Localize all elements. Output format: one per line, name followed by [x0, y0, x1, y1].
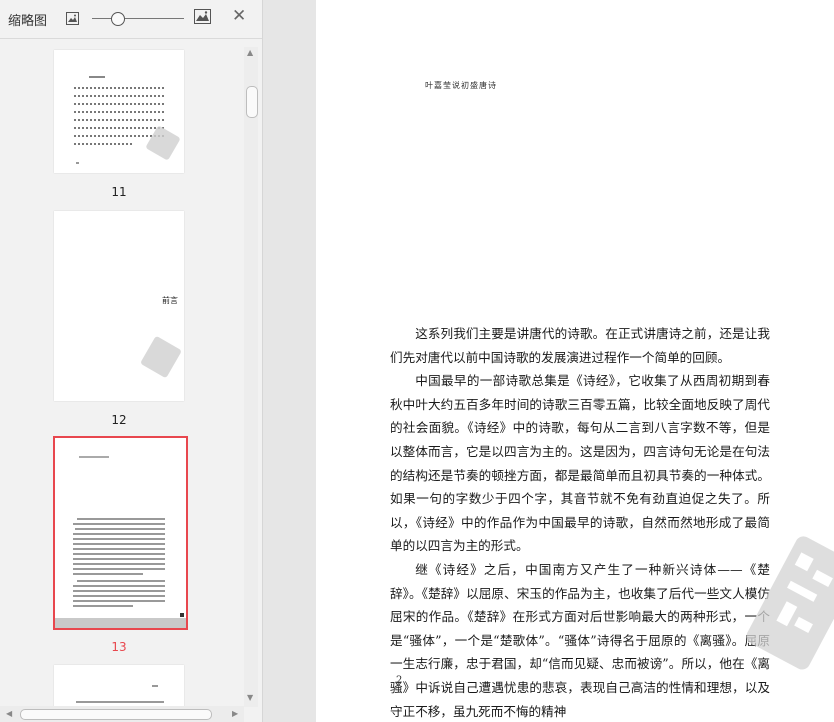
thumbnail-toolbar: 缩略图 ✕: [0, 0, 262, 39]
running-header: 叶嘉莹说初盛唐诗: [425, 81, 497, 90]
panel-title: 缩略图: [8, 14, 48, 29]
watermark-icon: [736, 520, 834, 690]
document-page: 叶嘉莹说初盛唐诗 这系列我们主要是讲唐代的诗歌。在正式讲唐诗之前，还是让我们先对…: [316, 0, 834, 722]
page-number: 2: [396, 675, 403, 686]
thumbnail-page-12[interactable]: 前言: [54, 211, 184, 401]
body-text: 这系列我们主要是讲唐代的诗歌。在正式讲唐诗之前，还是让我们先对唐代以前中国诗歌的…: [390, 322, 770, 722]
scroll-up-arrow-icon[interactable]: ▲: [247, 48, 253, 57]
vertical-scrollbar-thumb[interactable]: [246, 86, 258, 118]
zoom-in-image-icon[interactable]: [194, 9, 211, 24]
paragraph: 中国最早的一部诗歌总集是《诗经》，它收集了从西周初期到春秋中叶大约五百多年时间的…: [390, 373, 770, 554]
watermark-icon: [140, 335, 182, 379]
vertical-scrollbar[interactable]: [244, 47, 258, 707]
thumbnail-page-13[interactable]: [53, 436, 188, 630]
zoom-slider-track[interactable]: [92, 18, 184, 19]
zoom-out-image-icon[interactable]: [66, 10, 82, 25]
scroll-left-arrow-icon[interactable]: ◀: [6, 709, 12, 718]
thumbnail-heading: 前言: [162, 296, 178, 305]
paragraph: 这系列我们主要是讲唐代的诗歌。在正式讲唐诗之前，还是让我们先对唐代以前中国诗歌的…: [390, 326, 770, 365]
thumbnail-page-11[interactable]: [54, 50, 184, 173]
close-panel-button[interactable]: ✕: [232, 7, 246, 25]
thumbnail-panel: 缩略图 ✕ 11 前言 12 13 ▲ ▼ ◀ ▶: [0, 0, 263, 722]
thumbnail-label-13: 13: [111, 640, 127, 654]
scroll-down-arrow-icon[interactable]: ▼: [247, 693, 253, 702]
paragraph: 继《诗经》之后，中国南方又产生了一种新兴诗体——《楚辞》。《楚辞》以屈原、宋玉的…: [390, 561, 770, 719]
scroll-right-arrow-icon[interactable]: ▶: [232, 709, 238, 718]
zoom-slider-handle[interactable]: [110, 12, 125, 26]
thumbnail-label-12: 12: [111, 413, 127, 427]
thumbnail-list: 11 前言 12 13: [0, 39, 262, 722]
watermark-icon: [145, 125, 181, 161]
horizontal-scrollbar-thumb[interactable]: [20, 709, 212, 720]
thumbnail-label-11: 11: [111, 185, 127, 199]
